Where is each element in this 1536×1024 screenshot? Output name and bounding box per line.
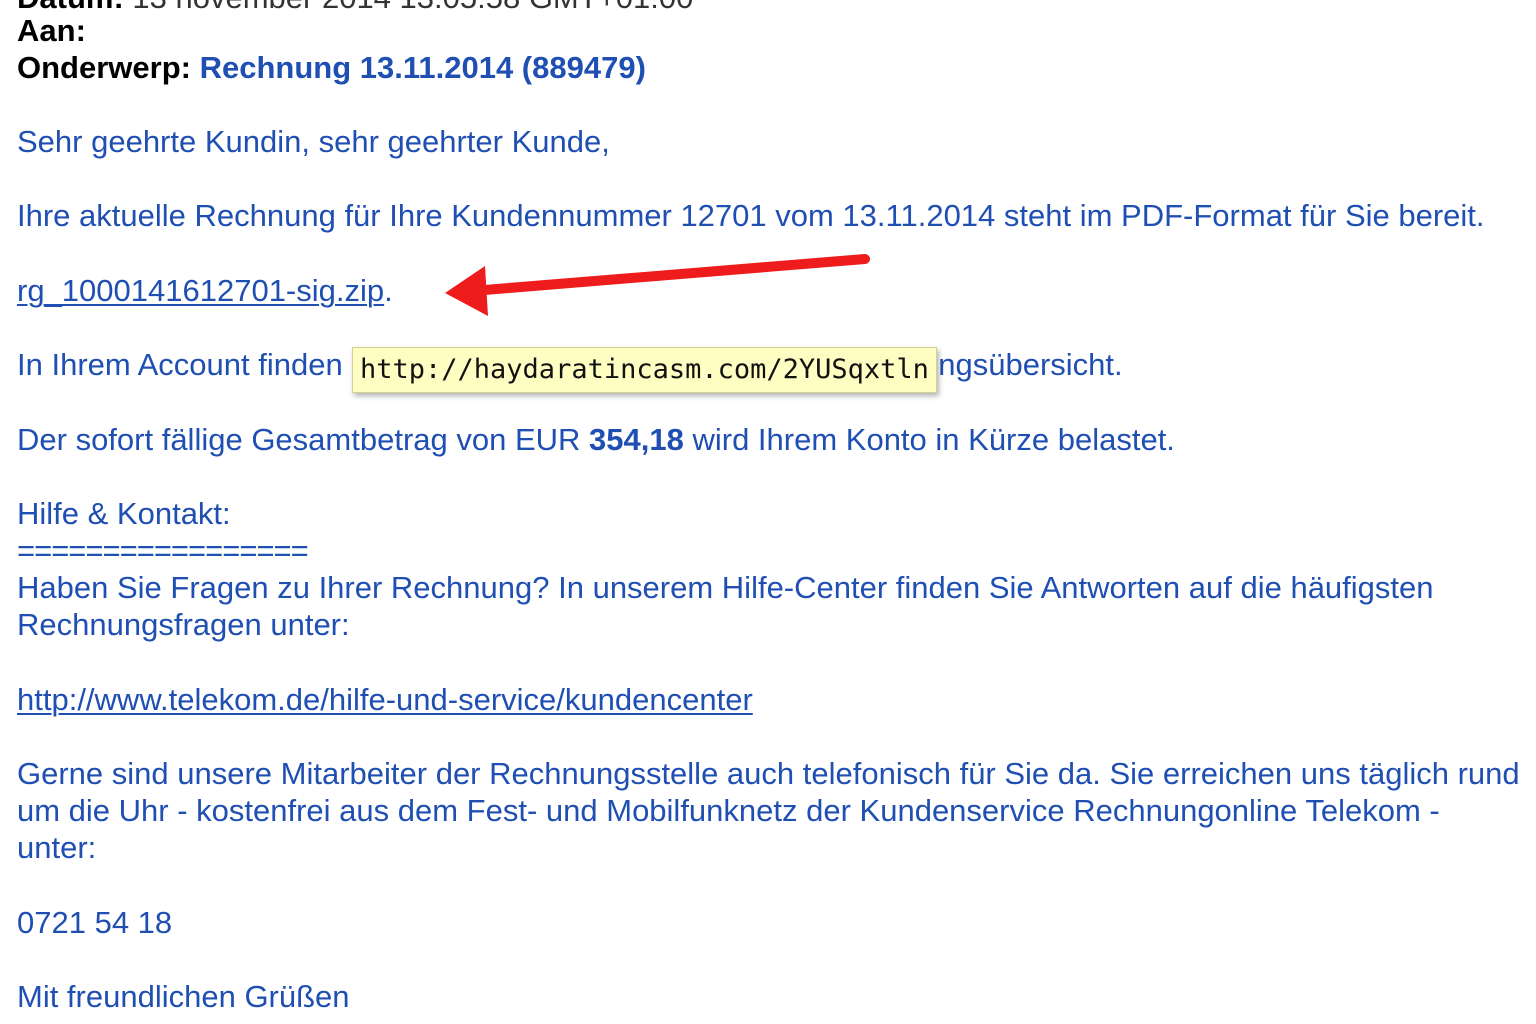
attachment-link[interactable]: rg_1000141612701-sig.zip xyxy=(17,273,384,308)
tooltip-url: http://haydaratincasm.com/2YUSqxtln xyxy=(360,354,929,385)
charge-suffix: wird Ihrem Konto in Kürze belastet. xyxy=(683,422,1175,457)
help-heading: Hilfe & Kontakt: xyxy=(17,496,231,531)
arrow-head xyxy=(445,266,488,316)
greeting: Sehr geehrte Kundin, sehr geehrter Kunde… xyxy=(17,124,610,159)
arrow-shaft xyxy=(467,254,870,296)
help-link[interactable]: http://www.telekom.de/hilfe-und-service/… xyxy=(17,682,753,717)
header-date-value: 13 november 2014 13:05:58 GMT+01:00 xyxy=(132,0,693,15)
help-rule: ================= xyxy=(17,533,309,568)
header-subject-label: Onderwerp: xyxy=(17,50,191,85)
header-to-row: Aan: xyxy=(17,12,86,49)
attachment-suffix: . xyxy=(384,273,393,308)
help-link-line: http://www.telekom.de/hilfe-und-service/… xyxy=(17,681,753,718)
help-text: Haben Sie Fragen zu Ihrer Rechnung? In u… xyxy=(17,570,1434,642)
header-to-label: Aan: xyxy=(17,13,86,48)
phone-number: 0721 54 18 xyxy=(17,905,173,940)
account-prefix: In Ihrem Account finden xyxy=(17,347,343,382)
charge-prefix: Der sofort fällige Gesamtbetrag von EUR xyxy=(17,422,590,457)
header-subject-row: Onderwerp: Rechnung 13.11.2014 (889479) xyxy=(17,49,646,86)
link-tooltip: http://haydaratincasm.com/2YUSqxtln xyxy=(352,347,937,393)
closing: Mit freundlichen Grüßen xyxy=(17,979,350,1014)
charge-line: Der sofort fällige Gesamtbetrag von EUR … xyxy=(17,421,1175,458)
header-date-row: Datum: 13 november 2014 13:05:58 GMT+01:… xyxy=(17,0,693,16)
charge-amount: 354,18 xyxy=(589,422,684,457)
invoice-text: Ihre aktuelle Rechnung für Ihre Kundennu… xyxy=(17,198,1485,233)
red-arrow-annotation xyxy=(445,254,870,316)
account-suffix: ungsübersicht. xyxy=(921,347,1123,382)
attachment-line: rg_1000141612701-sig.zip. xyxy=(17,272,393,309)
header-subject-value: Rechnung 13.11.2014 (889479) xyxy=(199,50,646,85)
phone-text: Gerne sind unsere Mitarbeiter der Rechnu… xyxy=(17,756,1520,865)
